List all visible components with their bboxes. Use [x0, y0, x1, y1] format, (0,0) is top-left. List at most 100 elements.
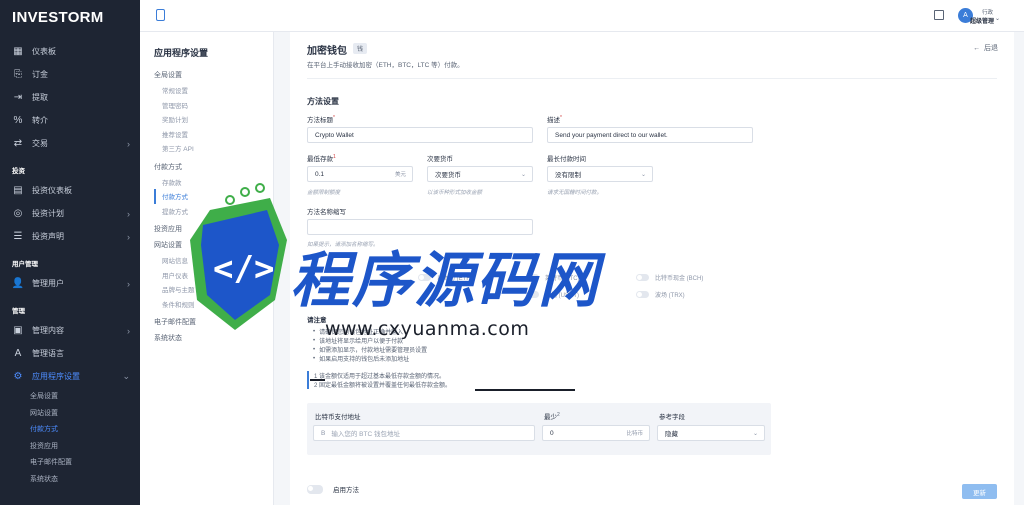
app-logo[interactable]: INVESTORM [0, 0, 140, 34]
sidebar-item-app-settings[interactable]: ⚙ 应用程序设置 ⌄ [0, 365, 140, 388]
sidebar-sub-invest-app[interactable]: 投资应用 [0, 438, 140, 455]
footnote: 1 该金额仅适用于超过基本最低存款金额的情况。 [314, 374, 446, 380]
sidebar-item-manage-content[interactable]: ▣ 管理内容 › [0, 319, 140, 342]
min-deposit-unit: 美元 [394, 172, 406, 178]
content-icon: ▣ [13, 325, 23, 336]
max-time-hint: 请求无国籍时间付款。 [547, 190, 603, 196]
settings-panel: 应用程序设置 全局设置 常规设置 管理密码 奖励计划 推荐设置 第三方 API … [140, 32, 274, 505]
chevron-right-icon: › [127, 231, 130, 242]
wallet-min-input[interactable]: 0 比特币 [542, 425, 650, 441]
chevron-down-icon: ⌄ [752, 430, 758, 437]
sidebar-sub-payment[interactable]: 付款方式 [0, 421, 140, 438]
toggle-switch[interactable] [636, 274, 649, 281]
settings-group-email[interactable]: 电子邮件配置 [154, 317, 273, 327]
chevron-right-icon: › [127, 278, 130, 289]
settings-group-invest-app[interactable]: 投资应用 [154, 224, 273, 234]
settings-group-global[interactable]: 全局设置 [154, 70, 273, 80]
sidebar-item-label: 管理内容 [32, 326, 64, 335]
sidebar-item-transaction[interactable]: ⇄ 交易 › [0, 132, 140, 155]
footnotes: 1 该金额仅适用于超过基本最低存款金额的情况。 2 固定最低金额将被设置并覆盖任… [307, 371, 451, 389]
sidebar-item-label: 交易 [32, 139, 48, 148]
secondary-currency-label: 次要货币 [427, 156, 453, 163]
chevron-down-icon[interactable]: ⌄ [995, 15, 1000, 22]
deposit-icon: ⎘ [14, 69, 22, 80]
sidebar-item-invest-dashboard[interactable]: ▤ 投资仪表板 [0, 179, 140, 202]
settings-item-brand-theme[interactable]: 品牌与主题 [154, 282, 273, 297]
back-label: 后退 [984, 45, 998, 52]
scrollbar[interactable] [1014, 32, 1024, 505]
description-input[interactable]: Send your payment direct to our wallet. [547, 127, 753, 143]
footnote: 2 固定最低金额将被设置并覆盖任何最低存款金额。 [314, 383, 452, 389]
wallet-ref-label: 参考字段 [659, 414, 685, 421]
secondary-currency-select[interactable]: 次要货币 ⌄ [427, 166, 533, 182]
update-button[interactable]: 更新 [962, 484, 997, 499]
wallet-address-input[interactable]: B 输入您的 BTC 钱包地址 [313, 425, 535, 441]
sidebar-item-manage-language[interactable]: A 管理语言 [0, 342, 140, 365]
sidebar-item-label: 提取 [32, 93, 48, 102]
sidebar-sub-global[interactable]: 全局设置 [0, 388, 140, 405]
wallet-icon: B [321, 429, 326, 437]
settings-item-api[interactable]: 第三方 API [154, 141, 273, 156]
users-icon: 👤 [11, 278, 25, 289]
external-link-icon[interactable] [934, 10, 944, 20]
settings-item-reward[interactable]: 奖励计划 [154, 112, 273, 127]
wallet-min-unit: 比特币 [626, 431, 643, 437]
sidebar-item-withdraw[interactable]: ⇥ 提取 [0, 86, 140, 109]
sidebar-item-label: 订金 [32, 70, 48, 79]
method-title-input[interactable]: Crypto Wallet [307, 127, 533, 143]
chevron-right-icon: › [127, 325, 130, 336]
currency-toggle-bch[interactable]: 比特币现金 (BCH) [636, 273, 703, 282]
document-icon[interactable] [156, 9, 165, 21]
sidebar-item-dashboard[interactable]: ▦ 仪表板 [0, 40, 140, 63]
sidebar-item-label: 仪表板 [32, 47, 56, 56]
settings-item-terms[interactable]: 条件和规则 [154, 297, 273, 312]
toggle-switch[interactable] [636, 291, 649, 298]
settings-item-withdraw-method[interactable]: 提款方式 [154, 204, 273, 219]
settings-item-general[interactable]: 常规设置 [154, 83, 273, 98]
sidebar-sub-system[interactable]: 系统状态 [0, 471, 140, 488]
settings-item-user-dashboard[interactable]: 用户仪表 [154, 268, 273, 283]
dashboard-icon: ▦ [13, 46, 23, 57]
wallet-ref-select[interactable]: 隐藏 ⌄ [657, 425, 765, 441]
sidebar-item-manage-users[interactable]: 👤 管理用户 › [0, 272, 140, 295]
min-deposit-hint: 金额限制额度 [307, 190, 341, 196]
sidebar-item-label: 管理用户 [32, 279, 64, 288]
sidebar-sub-email[interactable]: 电子邮件配置 [0, 454, 140, 471]
sidebar-section-invest: 投资 [12, 168, 25, 175]
settings-item-referral[interactable]: 推荐设置 [154, 127, 273, 142]
settings-group-website[interactable]: 网站设置 [154, 240, 273, 250]
min-deposit-input[interactable]: 0.1 美元 [307, 166, 413, 182]
sidebar-item-label: 投资计划 [32, 209, 64, 218]
watermark-url: www.cxyuanma.com [325, 318, 530, 340]
enable-method-toggle[interactable]: 启用方法 [307, 484, 359, 494]
settings-item-admin-password[interactable]: 管理密码 [154, 98, 273, 113]
page-badge: 钱 [353, 43, 368, 54]
sidebar-item-invest-plan[interactable]: ◎ 投资计划 › [0, 202, 140, 225]
sidebar-item-deposit[interactable]: ⎘ 订金 [0, 63, 140, 86]
chevron-right-icon: › [127, 138, 130, 149]
settings-item-deposit[interactable]: 存款款 [154, 175, 273, 190]
sidebar-item-invest-statement[interactable]: ☰ 投资声明 › [0, 225, 140, 248]
withdraw-icon: ⇥ [13, 92, 23, 103]
back-button[interactable]: ← 后退 [973, 43, 998, 53]
sidebar-sub-website[interactable]: 网站设置 [0, 405, 140, 422]
page-description: 在平台上手动接收加密（ETH，BTC，LTC 等）付款。 [307, 62, 464, 69]
transaction-icon: ⇄ [13, 138, 23, 149]
settings-group-payment[interactable]: 付款方式 [154, 162, 273, 172]
section-title: 方法设置 [307, 97, 339, 106]
wallet-min-label: 最少2 [544, 411, 560, 421]
chevron-right-icon: › [127, 208, 130, 219]
user-role: 行政 [981, 10, 993, 16]
settings-item-site-info[interactable]: 网站信息 [154, 253, 273, 268]
sidebar-item-referral[interactable]: % 转介 [0, 109, 140, 132]
method-title-label: 方法标题* [307, 114, 335, 124]
toggle-switch[interactable] [307, 484, 323, 494]
sidebar-section-users: 用户管理 [12, 261, 38, 268]
user-name[interactable]: 超级管理 [970, 16, 994, 25]
currency-toggle-trx[interactable]: 波场 (TRX) [636, 290, 685, 299]
sidebar-item-label: 应用程序设置 [32, 372, 80, 381]
sidebar: INVESTORM ▦ 仪表板 ⎘ 订金 ⇥ 提取 % 转介 ⇄ 交易 › 投资… [0, 0, 140, 505]
settings-item-payment-method[interactable]: 付款方式 [154, 189, 273, 204]
settings-group-system[interactable]: 系统状态 [154, 333, 273, 343]
max-time-select[interactable]: 没有限制 ⌄ [547, 166, 653, 182]
